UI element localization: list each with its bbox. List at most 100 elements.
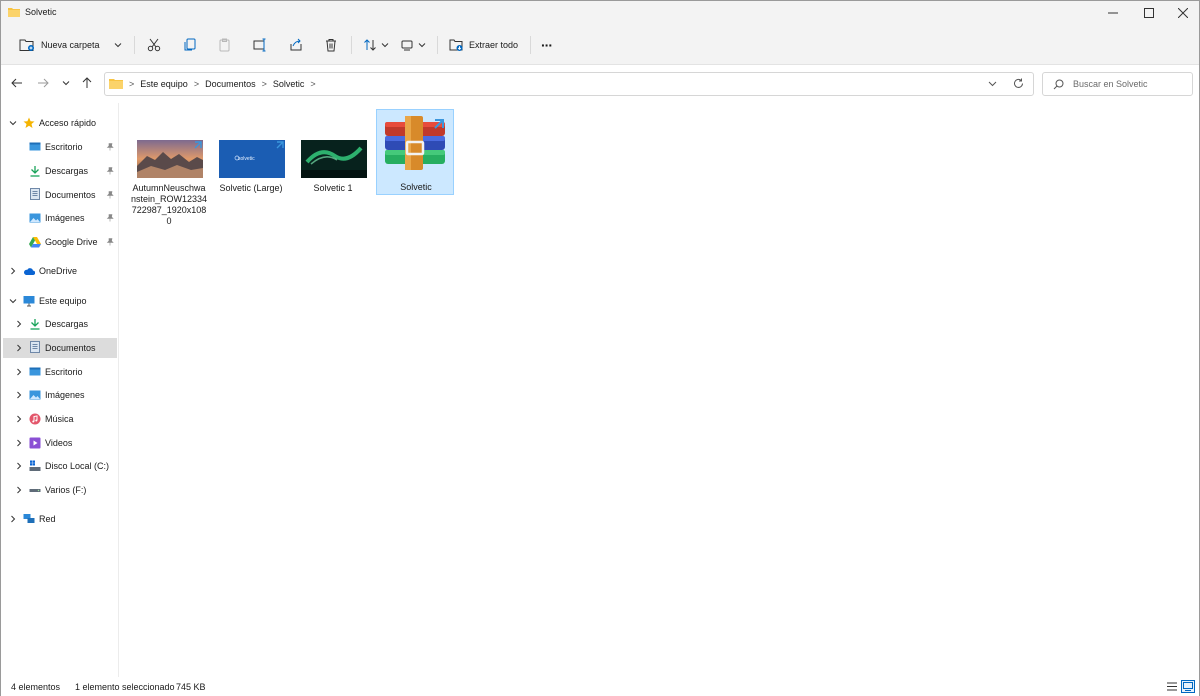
file-name: Solvetic (Large) bbox=[219, 183, 283, 193]
documents-icon bbox=[30, 341, 40, 353]
file-item-solvetic-large[interactable]: solvetic Solvetic (Large) bbox=[212, 110, 290, 200]
chevron-right-icon[interactable] bbox=[15, 462, 23, 470]
sidebar-item-this-pc[interactable]: Este equipo bbox=[3, 291, 117, 311]
sidebar-item-network[interactable]: Red bbox=[3, 509, 117, 529]
back-button[interactable] bbox=[9, 75, 25, 91]
paste-button[interactable] bbox=[218, 35, 232, 55]
sidebar-item-quick-access[interactable]: Acceso rápido bbox=[3, 113, 117, 133]
share-icon bbox=[290, 38, 302, 51]
sidebar-item-label: Escritorio bbox=[45, 142, 83, 152]
sidebar-item-label: Imágenes bbox=[45, 390, 85, 400]
sidebar-item-videos[interactable]: Videos bbox=[3, 433, 117, 453]
sidebar-item-varios-f[interactable]: Varios (F:) bbox=[3, 480, 117, 500]
sidebar-item-label: Documentos bbox=[45, 343, 96, 353]
chevron-down-icon bbox=[418, 43, 426, 48]
sidebar-item-label: Imágenes bbox=[45, 213, 85, 223]
cloud-icon bbox=[24, 268, 35, 275]
sidebar-item-escritorio[interactable]: Escritorio bbox=[3, 137, 117, 157]
chevron-right-icon[interactable] bbox=[15, 368, 23, 376]
share-button[interactable] bbox=[289, 35, 303, 55]
sidebar-item-disco-local-c[interactable]: Disco Local (C:) bbox=[3, 456, 117, 476]
chevron-right-icon[interactable] bbox=[15, 415, 23, 423]
search-box[interactable]: Buscar en Solvetic bbox=[1042, 72, 1193, 96]
chevron-right-icon[interactable] bbox=[15, 439, 23, 447]
selection-size: 745 KB bbox=[176, 682, 206, 692]
chevron-down-icon[interactable] bbox=[988, 79, 997, 88]
sidebar-item-google-drive[interactable]: Google Drive bbox=[3, 232, 117, 252]
chevron-right-icon[interactable] bbox=[9, 267, 17, 275]
minimize-button[interactable] bbox=[1095, 1, 1130, 25]
up-button[interactable] bbox=[79, 75, 95, 91]
more-options-button[interactable]: ··· bbox=[541, 35, 553, 55]
title-bar[interactable]: Solvetic bbox=[1, 1, 1199, 25]
file-name: Solvetic 1 bbox=[313, 183, 353, 193]
pin-icon[interactable] bbox=[106, 143, 114, 151]
view-button[interactable] bbox=[400, 35, 426, 55]
svg-text:solvetic: solvetic bbox=[238, 156, 255, 162]
image-thumbnail bbox=[137, 140, 203, 178]
recent-locations-button[interactable] bbox=[58, 75, 74, 91]
chevron-right-icon[interactable] bbox=[9, 515, 17, 523]
breadcrumb-separator[interactable]: > bbox=[310, 79, 315, 89]
sidebar-item-documentos[interactable]: Documentos bbox=[3, 338, 117, 358]
download-icon bbox=[30, 166, 40, 177]
separator bbox=[437, 36, 438, 54]
status-bar: 4 elementos 1 elemento seleccionado 745 … bbox=[1, 677, 1199, 696]
sidebar-item-escritorio[interactable]: Escritorio bbox=[3, 362, 117, 382]
chevron-right-icon[interactable] bbox=[15, 344, 23, 352]
rename-button[interactable] bbox=[253, 35, 267, 55]
breadcrumb-separator: > bbox=[129, 78, 135, 89]
copy-icon bbox=[184, 38, 196, 51]
pin-icon[interactable] bbox=[106, 214, 114, 222]
cut-button[interactable] bbox=[147, 35, 161, 55]
breadcrumb-separator: > bbox=[261, 78, 267, 89]
sidebar-item-imagenes[interactable]: Imágenes bbox=[3, 385, 117, 405]
separator bbox=[351, 36, 352, 54]
breadcrumb-item[interactable]: Solvetic bbox=[273, 79, 305, 89]
star-icon bbox=[23, 117, 35, 128]
sidebar-item-label: Videos bbox=[45, 438, 73, 448]
pin-icon[interactable] bbox=[106, 167, 114, 175]
file-item-solvetic-rar[interactable]: Solvetic bbox=[376, 109, 454, 195]
folder-icon bbox=[8, 8, 20, 17]
forward-button[interactable] bbox=[35, 75, 51, 91]
new-folder-button[interactable]: Nueva carpeta bbox=[19, 35, 122, 55]
sidebar-item-label: Disco Local (C:) bbox=[45, 461, 110, 471]
pin-icon[interactable] bbox=[106, 238, 114, 246]
sidebar-item-onedrive[interactable]: OneDrive bbox=[3, 261, 117, 281]
sidebar-item-musica[interactable]: Música bbox=[3, 409, 117, 429]
breadcrumb-item[interactable]: Documentos bbox=[205, 79, 256, 89]
maximize-icon bbox=[1143, 8, 1154, 18]
sort-button[interactable] bbox=[363, 35, 389, 55]
copy-button[interactable] bbox=[183, 35, 197, 55]
chevron-down-icon[interactable] bbox=[9, 119, 17, 127]
chevron-down-icon[interactable] bbox=[9, 297, 17, 305]
sidebar-item-documentos[interactable]: Documentos bbox=[3, 185, 117, 205]
sidebar-item-label: Acceso rápido bbox=[39, 118, 97, 128]
file-item-autumn[interactable]: AutumnNeuschwanstein_ROW12334722987_1920… bbox=[130, 110, 208, 230]
delete-button[interactable] bbox=[324, 35, 338, 55]
sidebar-item-imagenes[interactable]: Imágenes bbox=[3, 208, 117, 228]
breadcrumb-item[interactable]: Este equipo bbox=[140, 79, 188, 89]
minimize-icon bbox=[1107, 12, 1118, 14]
details-view-button[interactable] bbox=[1165, 680, 1179, 693]
chevron-right-icon[interactable] bbox=[15, 486, 23, 494]
item-count: 4 elementos bbox=[11, 682, 61, 692]
chevron-right-icon[interactable] bbox=[15, 391, 23, 399]
search-input[interactable]: Buscar en Solvetic bbox=[1073, 79, 1148, 89]
sidebar-item-label: Google Drive bbox=[45, 237, 98, 247]
sidebar-item-descargas[interactable]: Descargas bbox=[3, 314, 117, 334]
address-bar[interactable]: > Este equipo > Documentos > Solvetic > bbox=[104, 72, 1034, 96]
chevron-right-icon[interactable] bbox=[15, 320, 23, 328]
maximize-button[interactable] bbox=[1131, 1, 1166, 25]
close-button[interactable] bbox=[1165, 1, 1200, 25]
refresh-icon[interactable] bbox=[1013, 78, 1024, 89]
extract-all-button[interactable]: Extraer todo bbox=[449, 35, 518, 55]
sidebar-item-descargas[interactable]: Descargas bbox=[3, 161, 117, 181]
arrow-up-icon bbox=[82, 77, 92, 88]
large-icons-view-button[interactable] bbox=[1181, 680, 1195, 693]
arrow-right-icon bbox=[38, 78, 49, 88]
drive-c-icon bbox=[29, 460, 41, 471]
file-item-solvetic-1[interactable]: Solvetic 1 bbox=[294, 110, 372, 200]
pin-icon[interactable] bbox=[106, 191, 114, 199]
